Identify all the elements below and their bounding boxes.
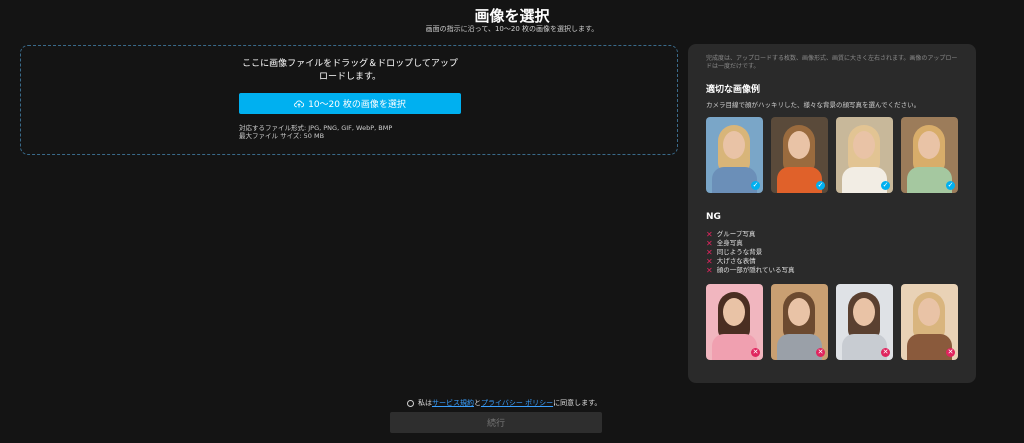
face-shape bbox=[918, 131, 940, 159]
privacy-link[interactable]: プライバシー ポリシー bbox=[481, 399, 553, 407]
body-shape bbox=[712, 334, 757, 360]
agree-radio[interactable] bbox=[407, 399, 414, 407]
cross-icon: ✕ bbox=[706, 230, 713, 239]
agree-and: と bbox=[474, 399, 481, 407]
face-shape bbox=[788, 131, 810, 159]
agree-prefix: 私は bbox=[418, 399, 432, 407]
ng-item: ✕ グループ写真 bbox=[706, 230, 795, 239]
cross-icon: ✕ bbox=[706, 257, 713, 266]
ng-title: NG bbox=[706, 212, 721, 222]
page-title: 画像を選択 bbox=[474, 7, 550, 25]
face-shape bbox=[918, 298, 940, 326]
body-shape bbox=[777, 167, 822, 193]
good-example-photo: ✓ bbox=[836, 117, 893, 193]
face-shape bbox=[723, 298, 745, 326]
ng-item: ✕ 全身写真 bbox=[706, 239, 795, 248]
dropzone-instruction: ここに画像ファイルをドラッグ＆ドロップしてアップロードします。 bbox=[242, 59, 458, 82]
check-icon: ✓ bbox=[751, 181, 760, 190]
face-shape bbox=[723, 131, 745, 159]
cross-icon: ✕ bbox=[706, 239, 713, 248]
terms-link[interactable]: サービス規約 bbox=[432, 399, 474, 407]
cross-icon: ✕ bbox=[706, 248, 713, 257]
continue-button[interactable]: 続行 bbox=[390, 412, 602, 433]
cross-icon: ✕ bbox=[706, 266, 713, 275]
page-subtitle: 画面の指示に沿って、10～20 枚の画像を選択します。 bbox=[425, 25, 599, 33]
check-icon: ✓ bbox=[816, 181, 825, 190]
cross-icon: ✕ bbox=[881, 348, 890, 357]
bad-example-photo: ✕ bbox=[771, 284, 828, 360]
ng-list: ✕ グループ写真 ✕ 全身写真 ✕ 同じような背景 ✕ 大げさな表情 ✕ 顔の一部が隠れている写真 bbox=[706, 230, 795, 275]
good-example-photo: ✓ bbox=[901, 117, 958, 193]
body-shape bbox=[907, 167, 952, 193]
body-shape bbox=[712, 167, 757, 193]
good-example-photo: ✓ bbox=[706, 117, 763, 193]
good-examples-title: 適切な画像例 bbox=[706, 85, 761, 95]
cross-icon: ✕ bbox=[751, 348, 760, 357]
check-icon: ✓ bbox=[946, 181, 955, 190]
bad-examples-gallery: ✕ ✕ ✕ ✕ bbox=[706, 284, 958, 360]
face-shape bbox=[788, 298, 810, 326]
body-shape bbox=[842, 334, 887, 360]
face-shape bbox=[853, 131, 875, 159]
ng-item: ✕ 顔の一部が隠れている写真 bbox=[706, 266, 795, 275]
ng-item-label: 同じような背景 bbox=[716, 248, 763, 256]
cloud-upload-icon bbox=[294, 99, 305, 107]
format-info: 対応するファイル形式: JPG, PNG, GIF, WebP, BMP 最大フ… bbox=[239, 124, 392, 140]
guidelines-panel: 完成度は、アップロードする枚数、画像形式、画質に大きく左右されます。画像のアップ… bbox=[688, 44, 976, 383]
agree-suffix: に同意します。 bbox=[553, 399, 602, 407]
ng-item: ✕ 大げさな表情 bbox=[706, 257, 795, 266]
bad-example-photo: ✕ bbox=[901, 284, 958, 360]
ng-item-label: 大げさな表情 bbox=[716, 257, 756, 265]
ng-item-label: 顔の一部が隠れている写真 bbox=[716, 266, 795, 274]
supported-formats: 対応するファイル形式: JPG, PNG, GIF, WebP, BMP bbox=[239, 124, 393, 132]
select-images-button[interactable]: 10～20 枚の画像を選択 bbox=[239, 93, 461, 114]
cross-icon: ✕ bbox=[946, 348, 955, 357]
select-images-label: 10～20 枚の画像を選択 bbox=[308, 100, 406, 110]
body-shape bbox=[907, 334, 952, 360]
ng-item-label: 全身写真 bbox=[716, 239, 743, 247]
ng-item: ✕ 同じような背景 bbox=[706, 248, 795, 257]
bad-example-photo: ✕ bbox=[706, 284, 763, 360]
upload-dropzone[interactable]: ここに画像ファイルをドラッグ＆ドロップしてアップロードします。 10～20 枚の… bbox=[20, 45, 678, 155]
check-icon: ✓ bbox=[881, 181, 890, 190]
face-shape bbox=[853, 298, 875, 326]
quality-note: 完成度は、アップロードする枚数、画像形式、画質に大きく左右されます。画像のアップ… bbox=[706, 55, 958, 70]
agreement-row: 私はサービス規約とプライバシー ポリシーに同意します。 bbox=[407, 398, 601, 408]
body-shape bbox=[777, 334, 822, 360]
body-shape bbox=[842, 167, 887, 193]
good-examples-gallery: ✓ ✓ ✓ ✓ bbox=[706, 117, 958, 193]
max-file-size: 最大ファイル サイズ: 50 MB bbox=[239, 132, 325, 140]
good-example-photo: ✓ bbox=[771, 117, 828, 193]
good-examples-description: カメラ目線で顔がハッキリした、様々な背景の顔写真を選んでください。 bbox=[706, 101, 921, 109]
ng-item-label: グループ写真 bbox=[716, 230, 756, 238]
bad-example-photo: ✕ bbox=[836, 284, 893, 360]
cross-icon: ✕ bbox=[816, 348, 825, 357]
